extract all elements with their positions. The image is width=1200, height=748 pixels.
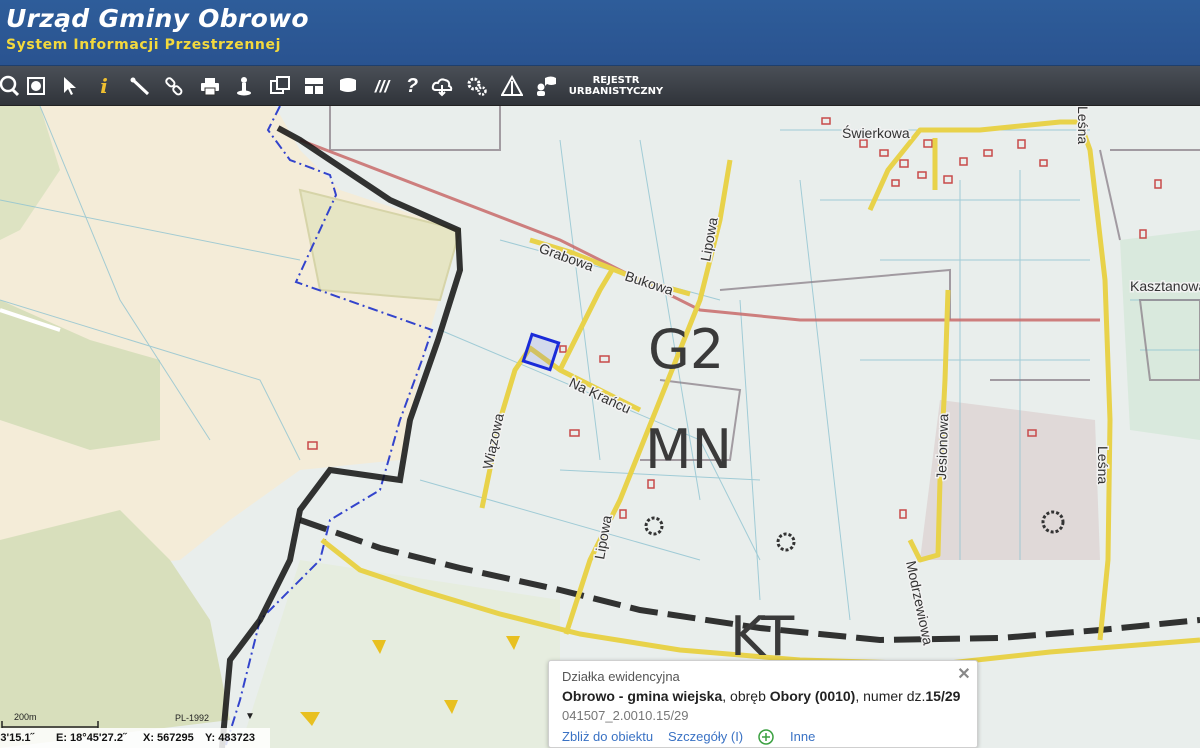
chevron-down-icon: ▼ <box>245 711 255 722</box>
hatch-icon[interactable]: /// <box>368 72 396 100</box>
sheet-label-mn: MN <box>645 418 732 481</box>
coordinate-readout: °3'15.1˝ E: 18°45'27.2˝ X: 567295 Y: 483… <box>0 728 270 748</box>
close-icon[interactable]: ✕ <box>956 667 972 683</box>
popup-obreb: Obory (0010) <box>769 688 856 704</box>
rejestr-urbanistyczny-button[interactable]: REJESTR URBANISTYCZNY <box>566 75 666 99</box>
crs-select[interactable]: PL-1992 ▼ <box>165 710 260 728</box>
print-icon[interactable] <box>196 72 224 100</box>
app-title: Urząd Gminy Obrowo <box>6 4 309 33</box>
map-canvas[interactable]: G2 MN KT Świerkowa Grabowa Bukowa Lipowa… <box>0 106 1200 748</box>
rejestr-line1: REJESTR <box>592 75 640 86</box>
app-subtitle: System Informacji Przestrzennej <box>6 37 281 53</box>
zoom-extent-icon[interactable] <box>22 72 50 100</box>
info-icon[interactable]: i <box>90 72 118 100</box>
sheet-label-kt: KT <box>730 605 795 668</box>
popup-parcel-description: Obrowo - gmina wiejska, obręb Obory (001… <box>562 688 961 704</box>
help-icon[interactable]: ? <box>398 72 426 100</box>
zoom-to-object-link[interactable]: Zbliż do obiektu <box>562 729 653 744</box>
pushpin-icon[interactable] <box>230 72 258 100</box>
parcel-info-popup: Działka ewidencyjna ✕ Obrowo - gmina wie… <box>548 660 978 748</box>
street-label-kasztanowa: Kasztanowa <box>1130 278 1200 294</box>
rejestr-line2: URBANISTYCZNY <box>568 86 664 97</box>
street-label-jesionowa: Jesionowa <box>933 413 951 480</box>
scale-label: 200m <box>14 712 37 722</box>
other-link[interactable]: Inne <box>790 729 815 744</box>
link-icon[interactable] <box>160 72 188 100</box>
measure-icon[interactable] <box>126 72 154 100</box>
map-toolbar: i /// ? REJESTR URBANISTYCZNY <box>0 66 1200 106</box>
select-arrow-icon[interactable] <box>56 72 84 100</box>
street-label-swierkowa: Świerkowa <box>842 124 910 141</box>
plus-icon[interactable] <box>758 729 774 745</box>
zoom-icon[interactable] <box>0 72 22 100</box>
popup-numer: 15/29 <box>925 688 961 704</box>
comment-icon[interactable] <box>334 72 362 100</box>
details-link[interactable]: Szczegóły (I) <box>668 729 743 744</box>
coord-lat: °3'15.1˝ <box>0 732 35 744</box>
crs-value: PL-1992 <box>175 713 210 723</box>
app-header: Urząd Gminy Obrowo System Informacji Prz… <box>0 0 1200 66</box>
user-comment-icon[interactable] <box>532 72 560 100</box>
cloud-download-icon[interactable] <box>428 72 456 100</box>
sheet-label-g2: G2 <box>648 318 724 381</box>
popup-parcel-identifier: 041507_2.0010.15/29 <box>562 708 689 723</box>
coord-x: X: 567295 <box>143 732 194 744</box>
street-label-lesna-north: Leśna <box>1075 106 1091 144</box>
popup-numer-prefix: numer dz. <box>863 688 926 704</box>
popup-obreb-prefix: obręb <box>730 688 766 704</box>
layout-icon[interactable] <box>300 72 328 100</box>
coord-y: Y: 483723 <box>205 732 255 744</box>
warning-icon[interactable] <box>498 72 526 100</box>
coord-lon: E: 18°45'27.2˝ <box>56 732 127 744</box>
street-label-lesna-south: Leśna <box>1095 446 1111 484</box>
settings-icon[interactable] <box>463 72 491 100</box>
popup-gmina: Obrowo - gmina wiejska <box>562 688 723 704</box>
layers-icon[interactable] <box>266 72 294 100</box>
forest-area <box>1120 230 1200 440</box>
popup-title: Działka ewidencyjna <box>562 669 680 684</box>
